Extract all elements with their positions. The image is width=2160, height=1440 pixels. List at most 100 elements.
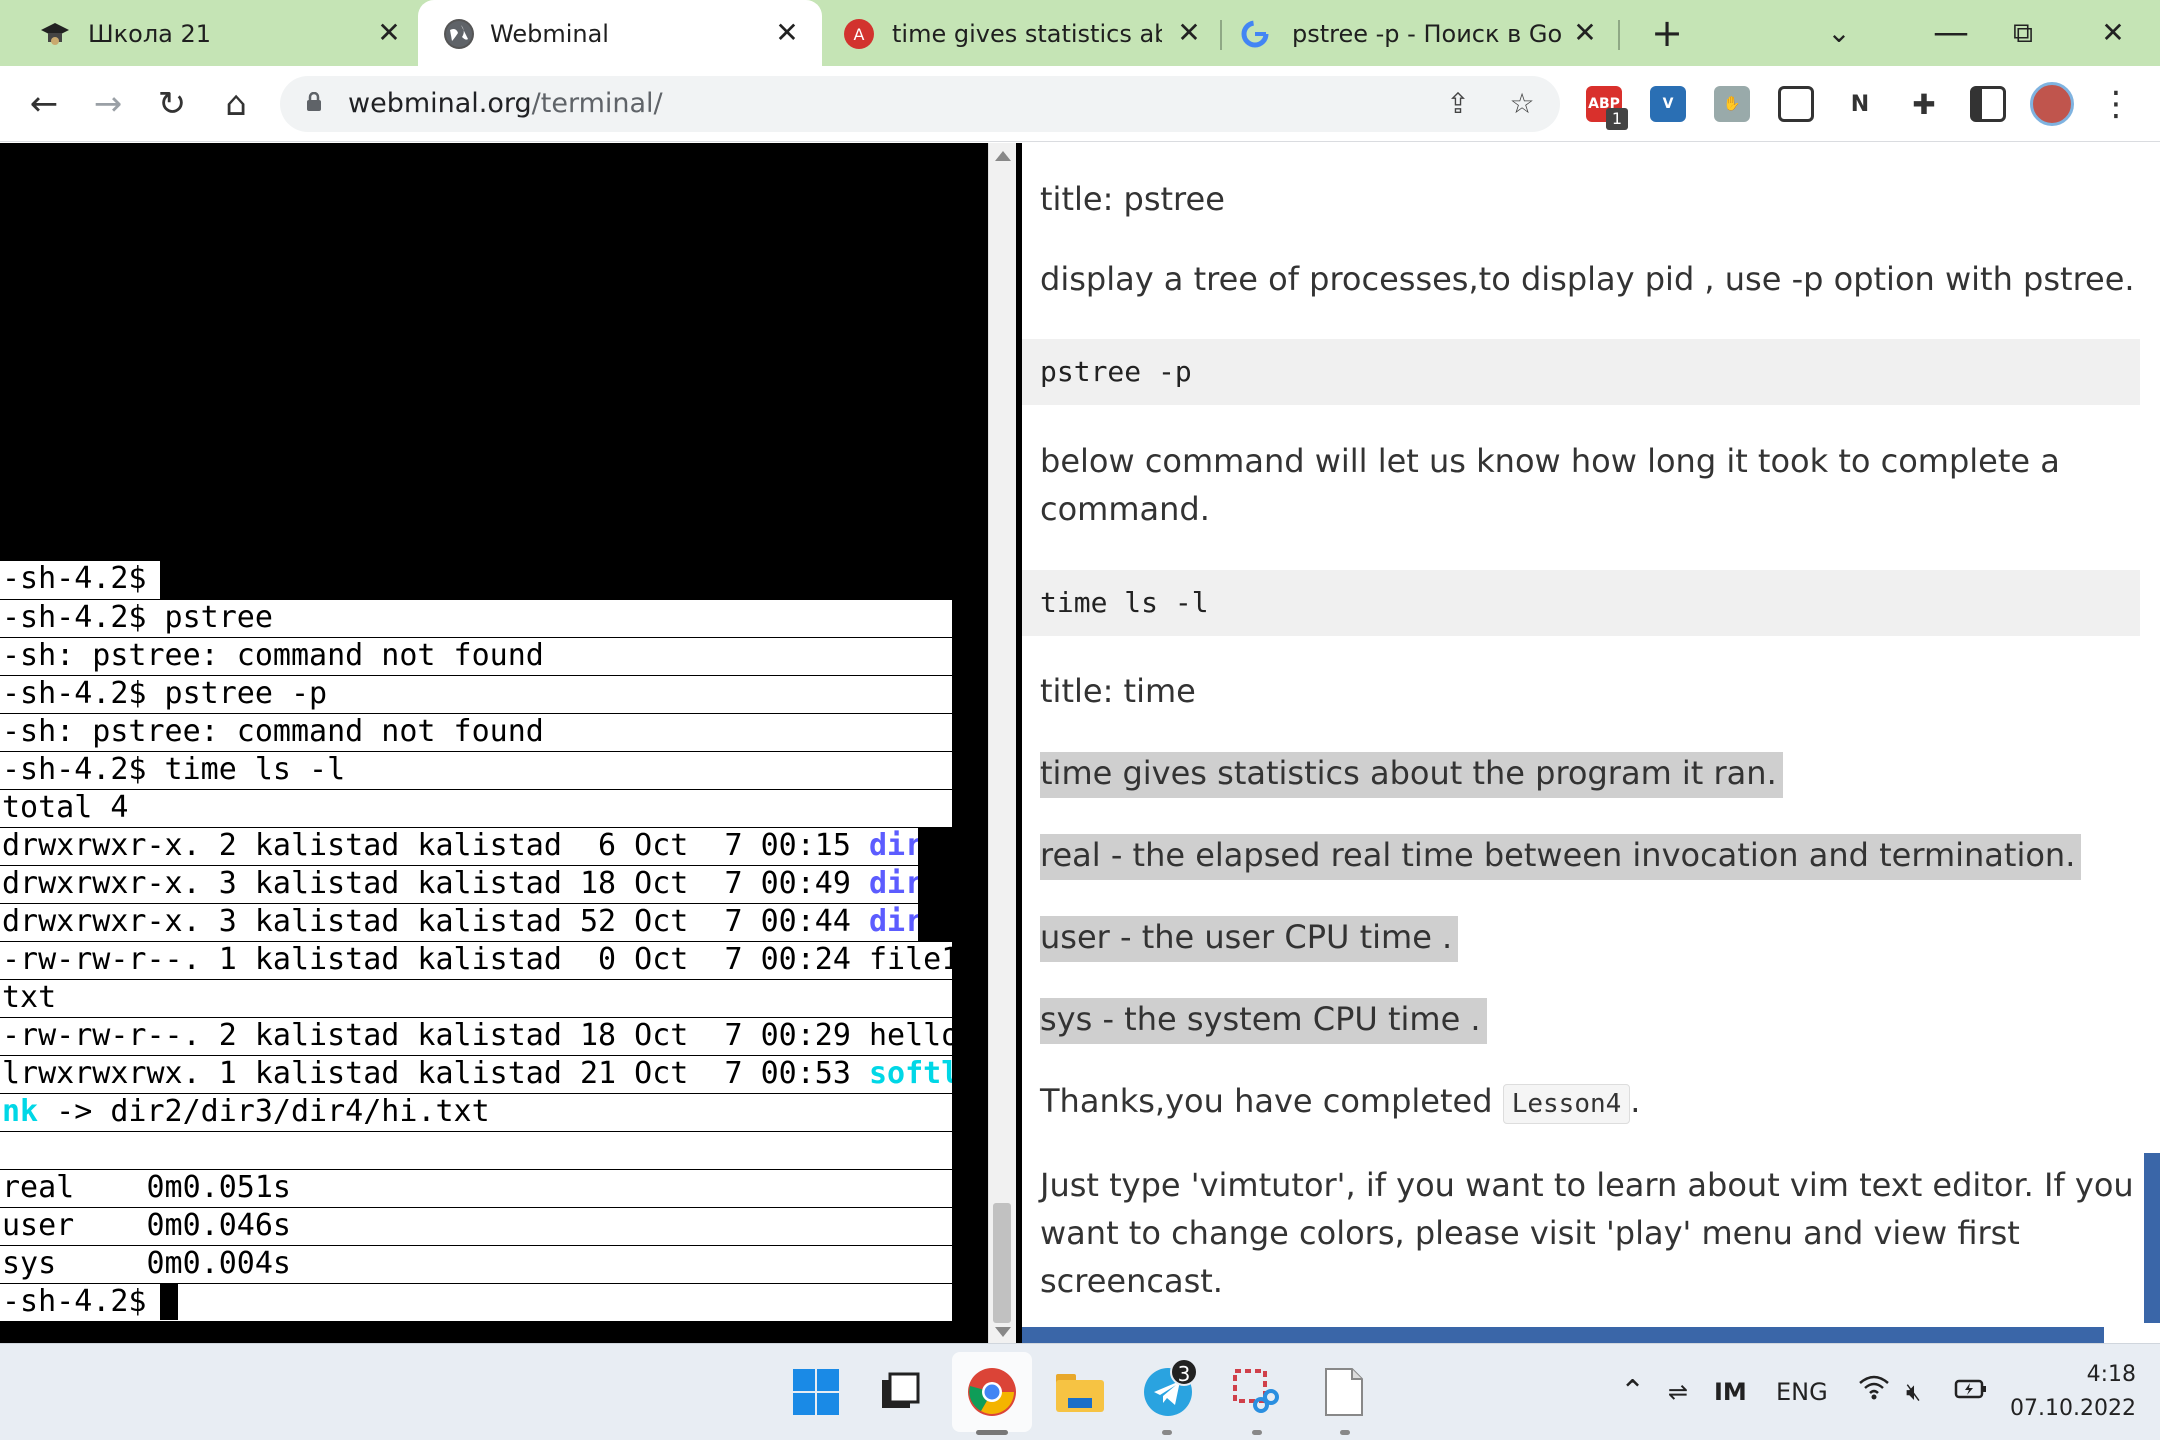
lock-icon (307, 92, 321, 111)
speaker-muted-icon[interactable]: 🔇︎ (1906, 1374, 1921, 1410)
tab-separator (1220, 20, 1222, 50)
clock-date: 07.10.2022 (2010, 1396, 2136, 1421)
restore-button[interactable]: ⧉ (2000, 10, 2046, 56)
listing-row: lrwxrwxrwx. 1 kalistad kalistad 21 Oct 7… (0, 1055, 952, 1093)
meter-icon[interactable]: IⅯ (1714, 1374, 1747, 1410)
tab-webminal[interactable]: Webminal ✕ (418, 0, 822, 66)
code-block: pstree -p (1022, 339, 2140, 405)
tab-google-search[interactable]: pstree -p - Поиск в Goog ✕ (1224, 0, 1620, 66)
listing-meta: lrwxrwxrwx. 1 kalistad kalistad 21 Oct 7… (2, 1056, 869, 1091)
menu-dots-icon[interactable]: ⋮ (2092, 80, 2140, 128)
listing-meta: drwxrwxr-x. 3 kalistad kalistad 18 Oct 7… (2, 866, 869, 901)
terminal-line: -sh-4.2$ pstree -p (0, 675, 952, 713)
chrome-icon[interactable] (962, 1362, 1022, 1422)
scroll-up-icon[interactable] (995, 151, 1011, 161)
puzzle-icon[interactable]: ✚ (1906, 86, 1942, 122)
scroll-down-icon[interactable] (995, 1327, 1011, 1337)
language-indicator[interactable]: ENG (1776, 1374, 1828, 1410)
running-indicator (976, 1430, 1008, 1435)
listing-dir-name: dir3 (868, 904, 918, 939)
tab-title: Школа 21 (88, 20, 212, 48)
graduation-cap-icon (40, 19, 70, 49)
chevron-down-icon[interactable]: ⌄ (1816, 10, 1862, 56)
snipping-tool-icon[interactable] (1226, 1362, 1286, 1422)
tab-separator (1618, 20, 1620, 50)
terminal-scrollbar[interactable] (988, 143, 1016, 1343)
globe-icon (444, 19, 474, 49)
listing-meta: drwxrwxr-x. 3 kalistad kalistad 52 Oct 7… (2, 904, 869, 939)
google-icon (1240, 19, 1270, 49)
scrollbar-thumb[interactable] (2144, 1153, 2160, 1323)
reload-icon[interactable]: ↻ (148, 80, 196, 128)
scrollbar-thumb[interactable] (993, 1203, 1011, 1323)
listing-row: -rw-rw-r--. 2 kalistad kalistad 18 Oct 7… (0, 1017, 952, 1055)
running-indicator (1340, 1430, 1350, 1435)
close-tab-icon[interactable]: ✕ (1172, 16, 1206, 50)
listing-row: txt (0, 979, 952, 1017)
lesson-text: Thanks,you have completed (1040, 1082, 1503, 1120)
picture-in-picture-icon[interactable] (1778, 86, 1814, 122)
listing-link-name: softli (868, 1056, 952, 1091)
avatar[interactable] (2030, 82, 2074, 126)
listing-dir-name: dir2 (868, 866, 918, 901)
terminal-line: -sh-4.2$ pstree (0, 599, 952, 637)
code-block: time ls -l (1022, 570, 2140, 636)
battery-icon[interactable] (1954, 1374, 1988, 1410)
task-view-icon[interactable] (870, 1362, 930, 1422)
forward-arrow-icon[interactable]: → (84, 80, 132, 128)
minimize-button[interactable]: — (1928, 10, 1974, 56)
notepad-icon[interactable] (1314, 1362, 1374, 1422)
extension-badge: 1 (1606, 108, 1628, 130)
tab-school21[interactable]: Школа 21 ✕ (0, 0, 410, 66)
address-bar[interactable]: webminal.org/terminal/ ⇪ ☆ (280, 76, 1560, 132)
close-tab-icon[interactable]: ✕ (372, 16, 406, 50)
close-window-button[interactable]: ✕ (2090, 10, 2136, 56)
back-arrow-icon[interactable]: ← (20, 80, 68, 128)
lesson-text: display a tree of processes,to display p… (1040, 260, 2135, 298)
highlighted-text: real - the elapsed real time between inv… (1040, 834, 2082, 880)
url-host: webminal.org (348, 88, 532, 119)
bookmark-star-icon[interactable]: ☆ (1502, 84, 1542, 124)
side-panel-icon[interactable] (1970, 86, 2006, 122)
listing-row: drwxrwxr-x. 2 kalistad kalistad 6 Oct 7 … (0, 827, 918, 865)
sliders-icon[interactable]: ⇌ (1668, 1374, 1688, 1410)
share-icon[interactable]: ⇪ (1438, 84, 1478, 124)
screen: Школа 21 ✕ Webminal ✕ A time gives stati… (0, 0, 2160, 1440)
lesson-scrollbar[interactable] (2140, 143, 2160, 1343)
listing-link-name: nk (2, 1094, 39, 1129)
lesson-text: want to change colors, please visit 'pla… (1040, 1214, 2020, 1252)
tab-title: time gives statistics about (892, 20, 1162, 48)
close-tab-icon[interactable]: ✕ (770, 16, 804, 50)
extension-n-icon[interactable]: N (1842, 86, 1878, 122)
terminal-line-blank (0, 1131, 952, 1169)
extension-hand-icon[interactable]: ✋ (1714, 86, 1750, 122)
time-user: user 0m0.046s (0, 1207, 952, 1245)
new-tab-button[interactable]: + (1644, 10, 1690, 56)
highlighted-text: sys - the system CPU time . (1040, 998, 1487, 1044)
lesson-title-pstree: title: pstree (1040, 180, 1225, 218)
close-tab-icon[interactable]: ✕ (1568, 16, 1602, 50)
tab-time-stats[interactable]: A time gives statistics about ✕ (828, 0, 1222, 66)
wifi-icon[interactable] (1858, 1374, 1890, 1410)
terminal-line: total 4 (0, 789, 952, 827)
extension-v-icon[interactable]: V (1650, 86, 1686, 122)
terminal-output: -sh-4.2$ -sh-4.2$ pstree -sh: pstree: co… (0, 561, 988, 1321)
chevron-up-icon[interactable]: ⌃ (1620, 1374, 1645, 1410)
highlighted-text: user - the user CPU time . (1040, 916, 1459, 962)
lesson-footer-bar (1022, 1327, 2104, 1343)
terminal[interactable]: -sh-4.2$ -sh-4.2$ pstree -sh: pstree: co… (0, 143, 988, 1343)
terminal-line: -sh-4.2$ time ls -l (0, 751, 952, 789)
url-path: /terminal/ (531, 88, 663, 119)
file-explorer-icon[interactable] (1050, 1362, 1110, 1422)
inline-code: Lesson4 (1502, 1084, 1631, 1124)
system-clock[interactable]: 4:18 07.10.2022 (2010, 1358, 2136, 1426)
terminal-prompt[interactable]: -sh-4.2$ (0, 1283, 952, 1321)
lesson-highlight: real - the elapsed real time between inv… (1040, 831, 2082, 880)
lesson-text: command. (1040, 490, 1210, 528)
home-icon[interactable]: ⌂ (212, 80, 260, 128)
clock-time: 4:18 (2086, 1362, 2136, 1387)
running-indicator (1252, 1430, 1262, 1435)
url-text[interactable]: webminal.org/terminal/ (348, 88, 663, 120)
listing-dir-name: dir1 (868, 828, 918, 863)
windows-start-icon[interactable] (786, 1362, 846, 1422)
